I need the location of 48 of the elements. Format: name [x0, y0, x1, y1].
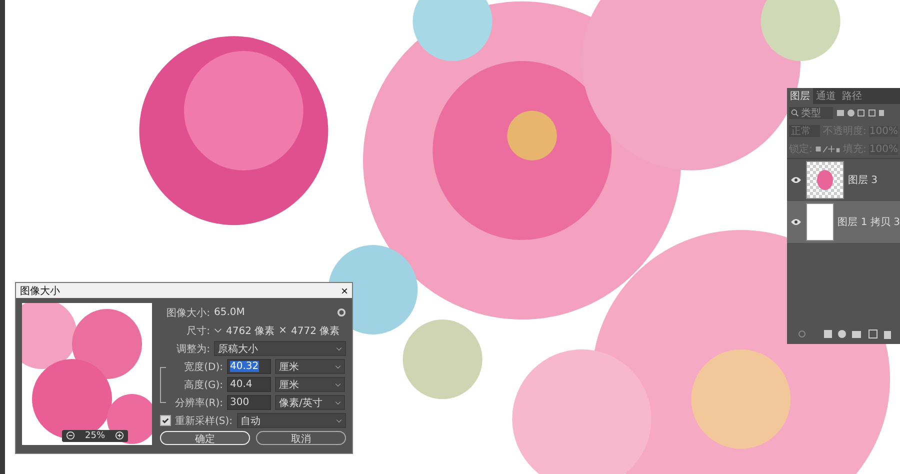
- unit-dropdown[interactable]: 厘米: [275, 377, 345, 392]
- caret-icon: [335, 400, 341, 404]
- checkbox-label: 重新采样(S):: [175, 414, 233, 428]
- field-label: 尺寸:: [186, 324, 210, 338]
- input-field[interactable]: 40.4: [227, 377, 271, 392]
- caret-icon: [335, 382, 341, 386]
- layer-name: 图层 3: [848, 174, 878, 187]
- field-label: 图像大小:: [166, 306, 210, 320]
- zoom-level: 25%: [85, 431, 106, 441]
- panel-tab[interactable]: 图层: [787, 88, 813, 104]
- panel-tab[interactable]: 通道: [813, 88, 839, 104]
- dialog-button[interactable]: 确定: [160, 431, 250, 445]
- caret-icon: [336, 346, 342, 350]
- eye-icon[interactable]: [790, 218, 802, 226]
- resample-dropdown[interactable]: 自动: [236, 413, 346, 428]
- search-icon: [791, 109, 799, 117]
- settings-icon[interactable]: [337, 308, 346, 317]
- eye-icon[interactable]: [790, 176, 802, 184]
- layer-row[interactable]: 图层 1 拷贝 3: [787, 201, 900, 243]
- times-sign: ×: [278, 325, 288, 336]
- zoom-in-icon[interactable]: [115, 431, 124, 440]
- field-label: 调整为:: [176, 342, 210, 356]
- image-size-value: 65.0M: [214, 307, 245, 318]
- caret-icon: [335, 364, 341, 368]
- field-label: 高度(G):: [183, 378, 223, 392]
- unit-dropdown[interactable]: 厘米: [275, 359, 345, 374]
- dimension-height: 4772 像素: [291, 324, 340, 338]
- field-label: 分辨率(R):: [174, 396, 223, 410]
- zoom-out-icon[interactable]: [66, 431, 75, 440]
- dialog-button[interactable]: 取消: [256, 431, 346, 445]
- caret-icon: [336, 418, 342, 422]
- panel-tab[interactable]: 路径: [839, 88, 865, 104]
- filter-icons-drawing[interactable]: [836, 108, 886, 118]
- close-button[interactable]: ×: [340, 284, 348, 298]
- field-label: 宽度(D):: [183, 360, 223, 374]
- layer-row[interactable]: 图层 3: [787, 159, 900, 201]
- layer-name: 图层 1 拷贝 3: [838, 216, 900, 229]
- link-bracket-icon[interactable]: [160, 366, 166, 402]
- dialog-title: 图像大小: [20, 284, 60, 298]
- fit-to-dropdown[interactable]: 原稿大小: [214, 341, 346, 356]
- layer-filter-field[interactable]: 类型: [789, 107, 833, 119]
- lock-icons-drawing[interactable]: [815, 144, 840, 154]
- input-field[interactable]: 300: [227, 395, 271, 410]
- dimension-width: 4762 像素: [226, 324, 275, 338]
- checkbox[interactable]: [160, 415, 171, 426]
- chevron-icon[interactable]: [214, 328, 222, 333]
- input-field[interactable]: 40.32: [227, 359, 271, 374]
- unit-dropdown[interactable]: 像素/英寸: [275, 395, 345, 410]
